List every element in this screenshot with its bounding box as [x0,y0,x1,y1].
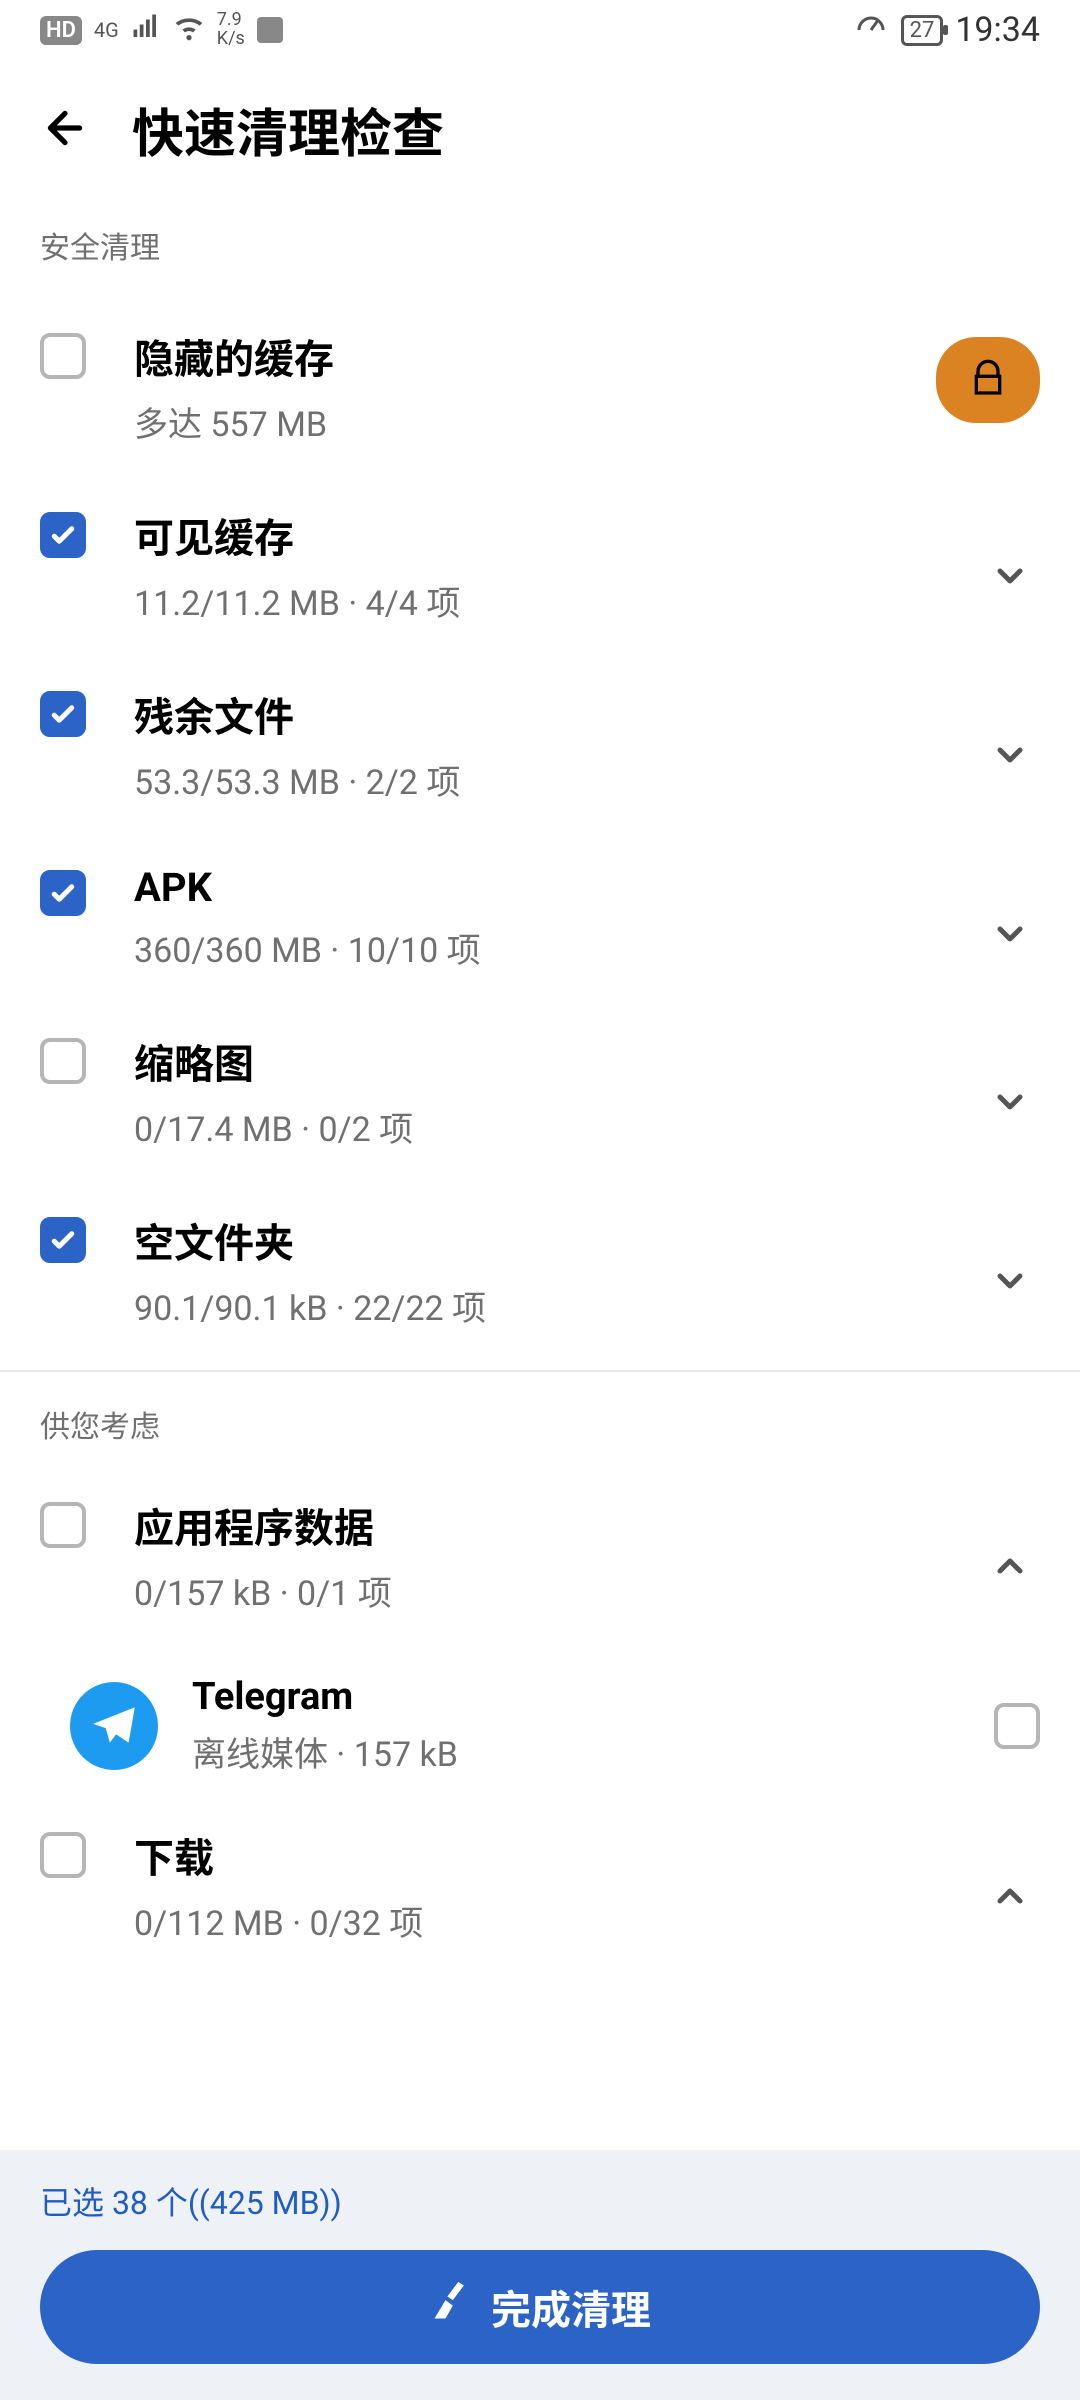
expand-toggle[interactable] [980,1546,1040,1590]
checkbox-downloads[interactable] [40,1832,86,1878]
row-sub: 90.1/90.1 kB · 22/22 项 [134,1281,932,1330]
row-sub: 360/360 MB · 10/10 项 [134,923,932,972]
wifi-icon [173,11,205,50]
row-empty-folders[interactable]: 空文件夹 90.1/90.1 kB · 22/22 项 [0,1191,1080,1370]
row-sub: 53.3/53.3 MB · 2/2 项 [134,755,932,804]
chevron-down-icon [990,1261,1030,1305]
selection-text[interactable]: 已选 38 个((425 MB)) [40,2178,1040,2224]
lock-icon [968,358,1008,402]
network-4g-icon: 4G [94,18,119,42]
row-residual[interactable]: 残余文件 53.3/53.3 MB · 2/2 项 [0,665,1080,844]
row-title: 下载 [134,1826,932,1884]
checkbox-apk[interactable] [40,870,86,916]
section-safe-clean: 安全清理 [0,207,1080,307]
finish-clean-button[interactable]: 完成清理 [40,2250,1040,2364]
row-sub: 0/17.4 MB · 0/2 项 [134,1102,932,1151]
row-visible-cache[interactable]: 可见缓存 11.2/11.2 MB · 4/4 项 [0,486,1080,665]
checkbox-thumbnails[interactable] [40,1038,86,1084]
row-hidden-cache[interactable]: 隐藏的缓存 多达 557 MB [0,307,1080,486]
row-downloads[interactable]: 下载 0/112 MB · 0/32 项 [0,1806,1080,1955]
sub-sub: 离线媒体 · 157 kB [192,1727,960,1776]
expand-toggle[interactable] [980,1261,1040,1305]
chevron-up-icon [990,1546,1030,1590]
expand-toggle[interactable] [980,1876,1040,1920]
telegram-icon [70,1682,158,1770]
finish-button-label: 完成清理 [491,2278,651,2336]
status-left: HD 4G 7.9 K/s [40,11,283,50]
row-sub: 0/112 MB · 0/32 项 [134,1896,932,1945]
bottom-panel: 已选 38 个((425 MB)) 完成清理 [0,2150,1080,2400]
network-speed: 7.9 K/s [217,11,245,49]
row-sub: 0/157 kB · 0/1 项 [134,1566,932,1615]
row-title: 空文件夹 [134,1211,932,1269]
clock: 19:34 [955,10,1040,50]
broom-icon [429,2280,473,2334]
row-title: 隐藏的缓存 [134,327,1040,385]
app-store-icon [257,17,283,43]
speed-icon [853,9,889,52]
chevron-down-icon [990,735,1030,779]
checkbox-telegram[interactable] [994,1703,1040,1749]
row-thumbnails[interactable]: 缩略图 0/17.4 MB · 0/2 项 [0,1012,1080,1191]
chevron-up-icon [990,1876,1030,1920]
section-consider: 供您考虑 [0,1372,1080,1476]
checkbox-app-data[interactable] [40,1502,86,1548]
status-bar: HD 4G 7.9 K/s 27 19:34 [0,0,1080,60]
row-title: 应用程序数据 [134,1496,932,1554]
checkbox-empty-folders[interactable] [40,1217,86,1263]
checkbox-visible-cache[interactable] [40,512,86,558]
back-icon[interactable] [40,103,90,157]
row-title: 残余文件 [134,685,932,743]
row-title: APK [134,864,932,911]
status-right: 27 19:34 [853,9,1040,52]
title-bar: 快速清理检查 [0,60,1080,207]
row-title: 可见缓存 [134,506,932,564]
chevron-down-icon [990,914,1030,958]
signal-icon [131,12,161,49]
expand-toggle[interactable] [980,1082,1040,1126]
row-title: 缩略图 [134,1032,932,1090]
battery-indicator: 27 [901,15,944,46]
checkbox-hidden-cache[interactable] [40,333,86,379]
chevron-down-icon [990,556,1030,600]
lock-badge[interactable] [936,337,1040,423]
checkbox-residual[interactable] [40,691,86,737]
row-sub: 多达 557 MB [134,397,1040,446]
expand-toggle[interactable] [980,735,1040,779]
hd-badge: HD [40,16,82,45]
expand-toggle[interactable] [980,556,1040,600]
row-apk[interactable]: APK 360/360 MB · 10/10 项 [0,844,1080,1012]
chevron-down-icon [990,1082,1030,1126]
expand-toggle[interactable] [980,914,1040,958]
page-title: 快速清理检查 [132,92,444,167]
row-app-data[interactable]: 应用程序数据 0/157 kB · 0/1 项 [0,1476,1080,1655]
row-sub: 11.2/11.2 MB · 4/4 项 [134,576,932,625]
sub-row-telegram[interactable]: Telegram 离线媒体 · 157 kB [0,1655,1080,1806]
sub-title: Telegram [192,1675,960,1719]
